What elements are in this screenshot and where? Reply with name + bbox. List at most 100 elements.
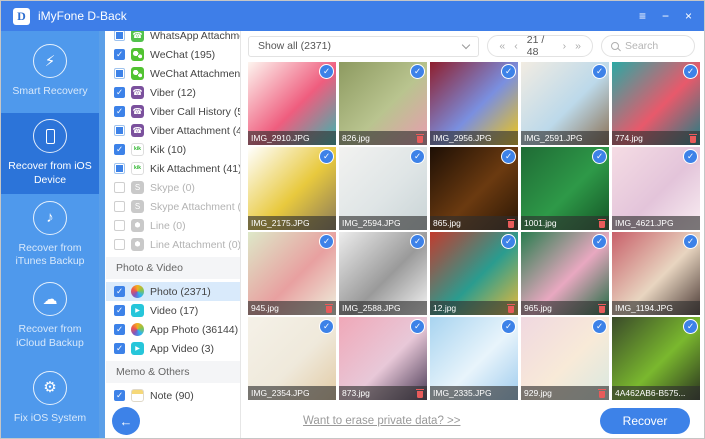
selected-check-icon[interactable]: ✓ (410, 149, 425, 164)
photo-tile[interactable]: ✓4A462AB6-B575... (612, 317, 700, 400)
filter-item-wechat-195[interactable]: ✓WeChat (195) (106, 45, 240, 64)
photo-tile[interactable]: ✓865.jpg (430, 147, 518, 230)
filter-item-viber-12[interactable]: ✓☎Viber (12) (106, 83, 240, 102)
checkbox-indeterminate[interactable] (114, 125, 125, 136)
menu-icon[interactable]: ≡ (639, 10, 646, 22)
checkbox-unchecked[interactable] (114, 239, 125, 250)
selected-check-icon[interactable]: ✓ (592, 149, 607, 164)
photo-tile[interactable]: ✓965.jpg (521, 232, 609, 315)
checkbox-checked[interactable]: ✓ (114, 324, 125, 335)
selected-check-icon[interactable]: ✓ (683, 64, 698, 79)
filename: 929.jpg (524, 388, 595, 398)
selected-check-icon[interactable]: ✓ (319, 319, 334, 334)
photo-tile[interactable]: ✓IMG_1194.JPG (612, 232, 700, 315)
recover-button[interactable]: Recover (600, 408, 690, 434)
filter-item-video-17[interactable]: ✓▶Video (17) (106, 301, 240, 320)
checkbox-unchecked[interactable] (114, 220, 125, 231)
selected-check-icon[interactable]: ✓ (410, 234, 425, 249)
photo-tile[interactable]: ✓IMG_2354.JPG (248, 317, 336, 400)
video-icon: ▶ (131, 304, 144, 317)
selected-check-icon[interactable]: ✓ (319, 234, 334, 249)
filter-item-kik-10[interactable]: ✓kikKik (10) (106, 140, 240, 159)
filter-item-viber-attachment-47[interactable]: ☎Viber Attachment (47) (106, 121, 240, 140)
photo-tile[interactable]: ✓945.jpg (248, 232, 336, 315)
filter-item-note-90[interactable]: ✓Note (90) (106, 386, 240, 403)
photo-tile[interactable]: ✓ IMG_2594.JPG (339, 147, 427, 230)
selected-check-icon[interactable]: ✓ (592, 319, 607, 334)
next-page-button[interactable]: › (563, 40, 567, 52)
selected-check-icon[interactable]: ✓ (592, 64, 607, 79)
checkbox-checked[interactable]: ✓ (114, 390, 125, 401)
sidebar-item-recover-from-icloud-backup[interactable]: ☁Recover from iCloud Backup (1, 276, 99, 358)
selected-check-icon[interactable]: ✓ (501, 234, 516, 249)
filename-bar: IMG_2591.JPG (521, 131, 609, 145)
filter-item-skype-attachment-0[interactable]: SSkype Attachment (0) (106, 197, 240, 216)
sidebar-item-recover-from-itunes-backup[interactable]: ♪Recover from iTunes Backup (1, 194, 99, 276)
filter-item-viber-call-history-5[interactable]: ✓☎Viber Call History (5) (106, 102, 240, 121)
sidebar-item-fix-ios-system[interactable]: ⚙Fix iOS System (1, 357, 99, 439)
app-logo: D (13, 8, 30, 25)
back-button[interactable]: ← (112, 407, 140, 435)
filter-item-kik-attachment-41[interactable]: kikKik Attachment (41) (106, 159, 240, 178)
sidebar-item-label: Smart Recovery (12, 85, 87, 99)
checkbox-indeterminate[interactable] (114, 163, 125, 174)
photo-tile[interactable]: ✓ 929.jpg (521, 317, 609, 400)
photo-tile[interactable]: ✓IMG_2175.JPG (248, 147, 336, 230)
filter-item-whatsapp-attachment-619[interactable]: ☎WhatsApp Attachment (619) (106, 31, 240, 45)
photo-tile[interactable]: ✓IMG_2956.JPG (430, 62, 518, 145)
search-input[interactable] (625, 40, 685, 52)
photo-tile[interactable]: ✓873.jpg (339, 317, 427, 400)
selected-check-icon[interactable]: ✓ (683, 234, 698, 249)
photo-tile[interactable]: ✓ IMG_2591.JPG (521, 62, 609, 145)
checkbox-checked[interactable]: ✓ (114, 286, 125, 297)
checkbox-unchecked[interactable] (114, 182, 125, 193)
photo-tile[interactable]: ✓IMG_2335.JPG (430, 317, 518, 400)
checkbox-checked[interactable]: ✓ (114, 87, 125, 98)
selected-check-icon[interactable]: ✓ (319, 149, 334, 164)
selected-check-icon[interactable]: ✓ (319, 64, 334, 79)
filter-dropdown[interactable]: Show all (2371) (248, 36, 479, 57)
selected-check-icon[interactable]: ✓ (410, 64, 425, 79)
selected-check-icon[interactable]: ✓ (410, 319, 425, 334)
close-icon[interactable]: × (685, 10, 692, 22)
sidebar-item-smart-recovery[interactable]: ⚡Smart Recovery (1, 31, 99, 113)
filter-item-line-0[interactable]: Line (0) (106, 216, 240, 235)
photo-tile[interactable]: ✓826.jpg (339, 62, 427, 145)
last-page-button[interactable]: » (575, 40, 581, 52)
selected-check-icon[interactable]: ✓ (501, 64, 516, 79)
filter-item-skype-0[interactable]: SSkype (0) (106, 178, 240, 197)
photo-tile[interactable]: ✓1001.jpg (521, 147, 609, 230)
search-box[interactable] (601, 35, 695, 57)
photo-tile[interactable]: ✓12.jpg (430, 232, 518, 315)
selected-check-icon[interactable]: ✓ (683, 149, 698, 164)
filter-item-photo-2371[interactable]: ✓Photo (2371) (106, 282, 240, 301)
checkbox-checked[interactable]: ✓ (114, 144, 125, 155)
checkbox-indeterminate[interactable] (114, 68, 125, 79)
panel-scrollbar[interactable] (99, 31, 105, 439)
photo-tile[interactable]: ✓IMG_4621.JPG (612, 147, 700, 230)
prev-page-button[interactable]: ‹ (514, 40, 518, 52)
filter-item-wechat-attachment-37368[interactable]: WeChat Attachment (37368) (106, 64, 240, 83)
filename-bar: IMG_2594.JPG (339, 216, 427, 230)
selected-check-icon[interactable]: ✓ (683, 319, 698, 334)
erase-private-data-link[interactable]: Want to erase private data? >> (303, 415, 460, 427)
first-page-button[interactable]: « (499, 40, 505, 52)
selected-check-icon[interactable]: ✓ (501, 319, 516, 334)
checkbox-checked[interactable]: ✓ (114, 305, 125, 316)
selected-check-icon[interactable]: ✓ (592, 234, 607, 249)
filter-item-app-video-3[interactable]: ✓▶App Video (3) (106, 339, 240, 358)
minimize-icon[interactable]: − (662, 10, 669, 22)
photo-tile[interactable]: ✓IMG_2910.JPG (248, 62, 336, 145)
filter-item-line-attachment-0[interactable]: Line Attachment (0) (106, 235, 240, 254)
selected-check-icon[interactable]: ✓ (501, 149, 516, 164)
photo-tile[interactable]: ✓774.jpg (612, 62, 700, 145)
checkbox-checked[interactable]: ✓ (114, 49, 125, 60)
sidebar-item-recover-from-ios-device[interactable]: Recover from iOS Device (1, 113, 99, 195)
trash-icon (598, 389, 606, 398)
photo-tile[interactable]: ✓IMG_2588.JPG (339, 232, 427, 315)
filter-item-app-photo-36144[interactable]: ✓App Photo (36144) (106, 320, 240, 339)
checkbox-indeterminate[interactable] (114, 31, 125, 41)
checkbox-unchecked[interactable] (114, 201, 125, 212)
checkbox-checked[interactable]: ✓ (114, 343, 125, 354)
checkbox-checked[interactable]: ✓ (114, 106, 125, 117)
